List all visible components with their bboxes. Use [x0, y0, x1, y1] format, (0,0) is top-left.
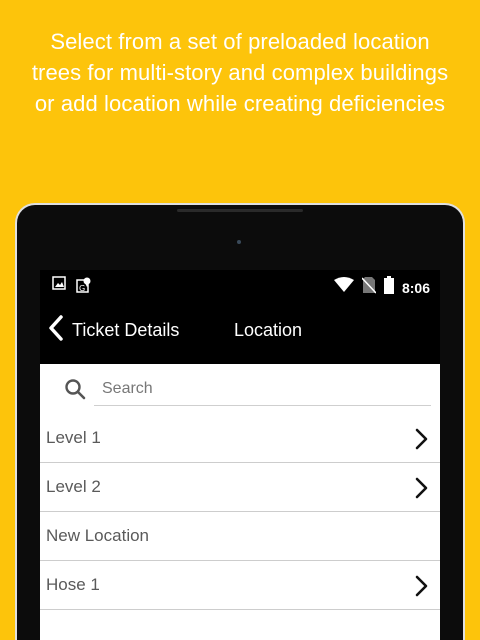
- no-sim-icon: [361, 276, 377, 299]
- list-item-label: New Location: [46, 526, 150, 545]
- promo-line-1: Select from a set of preloaded location: [50, 29, 430, 54]
- list-item-label: Level 2: [46, 477, 101, 496]
- promo-text: Select from a set of preloaded location …: [0, 26, 480, 119]
- location-list: Level 1 Level 2 New Location Hose 1: [40, 414, 440, 640]
- search-bar: [40, 364, 440, 414]
- promo-line-3: or add location while creating deficienc…: [34, 91, 446, 116]
- speaker-grille: [177, 209, 303, 212]
- list-item-hose-1[interactable]: Hose 1: [40, 561, 440, 610]
- wifi-icon: [333, 277, 354, 298]
- svg-text:G: G: [79, 284, 85, 293]
- chevron-right-icon: [414, 574, 430, 603]
- search-icon: [64, 378, 86, 405]
- page-title: Location: [234, 320, 303, 340]
- list-item-label: Hose 1: [46, 575, 100, 594]
- chevron-right-icon: [414, 476, 430, 505]
- list-item-level-1[interactable]: Level 1: [40, 414, 440, 463]
- list-item-new-location[interactable]: New Location: [40, 512, 440, 561]
- promo-line-2: trees for multi-story and complex buildi…: [31, 60, 449, 85]
- map-location-icon: G: [76, 276, 92, 299]
- chevron-left-icon: [46, 314, 66, 347]
- front-camera: [237, 240, 241, 244]
- status-time: 8:06: [401, 279, 430, 296]
- chevron-right-icon: [414, 427, 430, 456]
- status-bar: G 8:06: [40, 270, 440, 300]
- list-item-empty[interactable]: [40, 610, 440, 640]
- list-item-level-2[interactable]: Level 2: [40, 463, 440, 512]
- image-icon: [52, 276, 66, 299]
- back-button[interactable]: Ticket Details: [46, 314, 179, 347]
- battery-icon: [383, 276, 394, 299]
- list-item-label: Level 1: [46, 428, 101, 447]
- back-label: Ticket Details: [72, 320, 180, 340]
- search-input[interactable]: [94, 372, 431, 406]
- device-screen: G 8:06 Ticket Details Location Search Le…: [40, 270, 440, 640]
- app-bar: Ticket Details Location: [40, 300, 440, 364]
